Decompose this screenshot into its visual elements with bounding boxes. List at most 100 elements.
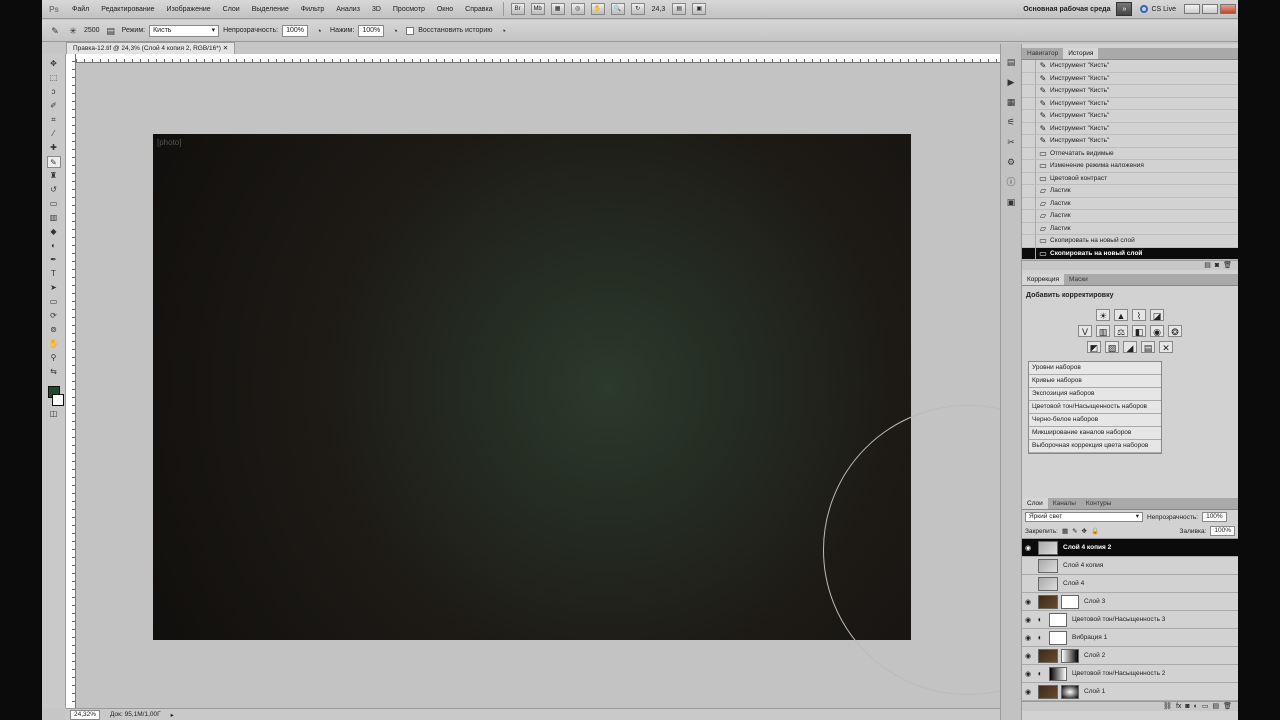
history-item-selected[interactable]: ▭ Скопировать на новый слой (1022, 247, 1238, 260)
layer-row[interactable]: ◉ ◐ Цветовой тон/Насыщенность 2 (1022, 665, 1238, 683)
actions-icon[interactable]: ▶ (1004, 76, 1018, 88)
preset-item[interactable]: Кривые наборов (1029, 375, 1161, 388)
tab-channels[interactable]: Каналы (1048, 498, 1081, 509)
brush-panel-toggle-icon[interactable]: ▤ (104, 24, 118, 38)
launch-minibridge-button[interactable]: Mb (530, 3, 545, 15)
spot-heal-tool-icon[interactable]: ✚ (47, 142, 61, 154)
selective-color-icon[interactable]: ✕ (1159, 341, 1173, 353)
status-arrow-icon[interactable]: ▸ (171, 711, 174, 719)
mini-bridge-icon[interactable]: ▤ (1004, 56, 1018, 68)
marquee-tool-icon[interactable]: ⬚ (47, 72, 61, 84)
menu-select[interactable]: Выделение (246, 6, 295, 13)
info-icon[interactable]: ⓘ (1004, 176, 1018, 188)
lasso-tool-icon[interactable]: ↄ (47, 86, 61, 98)
hand-tool-button[interactable]: ✋ (590, 3, 605, 15)
delete-layer-icon[interactable]: 🗑 (1223, 702, 1232, 711)
brightness-contrast-icon[interactable]: ☀ (1096, 309, 1110, 321)
mode-select[interactable]: Кисть ▾ (149, 24, 220, 37)
eye-icon[interactable]: ◉ (1022, 598, 1034, 606)
preset-item[interactable]: Уровни наборов (1029, 362, 1161, 375)
tab-layers[interactable]: Слои (1022, 498, 1048, 509)
history-item[interactable]: ▭ Цветовой контраст (1022, 172, 1238, 185)
history-item[interactable]: ▭ Скопировать на новый слой (1022, 234, 1238, 248)
document-image[interactable]: [photo] (153, 134, 911, 640)
cs-live-button[interactable]: CS Live (1132, 5, 1184, 13)
black-white-icon[interactable]: ◧ (1132, 325, 1146, 337)
layer-row[interactable]: ◉ Слой 1 (1022, 683, 1238, 701)
history-item[interactable]: ✎ Инструмент "Кисть" (1022, 84, 1238, 98)
minimize-button[interactable] (1184, 4, 1200, 14)
screen-mode-button[interactable]: ▣ (692, 3, 707, 15)
pen-tool-icon[interactable]: ✒ (47, 254, 61, 266)
zoom-level-button[interactable]: ◎ (570, 3, 585, 15)
eye-icon[interactable]: ◉ (1022, 544, 1034, 552)
menu-filter[interactable]: Фильтр (295, 6, 331, 13)
brush-size-label[interactable]: 2500 (84, 27, 100, 34)
menu-analysis[interactable]: Анализ (330, 6, 366, 13)
add-mask-icon[interactable]: ◙ (1185, 702, 1189, 711)
layer-row[interactable]: ◉ Слой 2 (1022, 647, 1238, 665)
menu-file[interactable]: Файл (66, 6, 95, 13)
history-item[interactable]: ✎ Инструмент "Кисть" (1022, 97, 1238, 110)
history-source-box[interactable] (1022, 59, 1036, 72)
tab-masks[interactable]: Маски (1064, 274, 1093, 285)
pressure-opacity-icon[interactable]: ◔ (312, 24, 326, 38)
preset-item[interactable]: Экспозиция наборов (1029, 388, 1161, 401)
curves-icon[interactable]: ⌇ (1132, 309, 1146, 321)
history-item[interactable]: ▱ Ластик (1022, 184, 1238, 198)
3d-rotate-tool-icon[interactable]: ⟳ (47, 310, 61, 322)
tab-paths[interactable]: Контуры (1081, 498, 1117, 509)
pressure-field[interactable]: 100% (358, 24, 385, 37)
blur-tool-icon[interactable]: ◆ (47, 226, 61, 238)
menu-help[interactable]: Справка (459, 6, 498, 13)
vertical-ruler[interactable] (66, 54, 76, 708)
preset-item[interactable]: Выборочная коррекция цвета наборов (1029, 440, 1161, 453)
hand-tool-icon[interactable]: ✋ (47, 338, 61, 350)
menu-edit[interactable]: Редактирование (95, 6, 160, 13)
airbrush-icon[interactable]: ◔ (388, 24, 402, 38)
zoom-level-field[interactable]: 24,3 (648, 6, 670, 13)
menu-3d[interactable]: 3D (366, 6, 387, 13)
quick-select-tool-icon[interactable]: ✐ (47, 100, 61, 112)
crop-tool-icon[interactable]: ⌗ (47, 114, 61, 126)
history-source-box[interactable] (1022, 184, 1036, 197)
lock-all-icon[interactable]: 🔒 (1091, 527, 1099, 535)
layer-row[interactable]: ◉ ◐ Цветовой тон/Насыщенность 3 (1022, 611, 1238, 629)
close-tab-icon[interactable]: ✕ (223, 45, 228, 52)
layer-row[interactable]: ◉ ◐ Вибрация 1 (1022, 629, 1238, 647)
zoom-field[interactable]: 24,32% (70, 709, 101, 720)
quick-mask-icon[interactable]: ◫ (47, 408, 61, 420)
move-tool-icon[interactable]: ✥ (47, 58, 61, 70)
restore-history-checkbox[interactable] (406, 26, 415, 35)
brush-tool-icon[interactable]: ✎ (48, 24, 62, 38)
new-group-icon[interactable]: ▭ (1202, 702, 1209, 711)
opacity-field[interactable]: 100% (282, 24, 309, 37)
tablet-pressure-icon[interactable]: ◔ (497, 24, 511, 38)
levels-icon[interactable]: ▲ (1114, 309, 1128, 321)
launch-bridge-button[interactable]: Br (510, 3, 525, 15)
workspace-label[interactable]: Основная рабочая среда (1017, 6, 1116, 13)
threshold-icon[interactable]: ◢ (1123, 341, 1137, 353)
layer-row-selected[interactable]: ◉ Слой 4 копия 2 (1022, 539, 1238, 557)
path-select-tool-icon[interactable]: ➤ (47, 282, 61, 294)
gradient-tool-icon[interactable]: ▥ (47, 212, 61, 224)
channel-mixer-icon[interactable]: ❂ (1168, 325, 1182, 337)
lock-transparency-icon[interactable]: ▦ (1062, 527, 1068, 535)
zoom-tool-icon[interactable]: ⚲ (47, 352, 61, 364)
history-source-box[interactable] (1022, 247, 1036, 260)
document-info[interactable]: Док: 95,1M/1,00Г (110, 711, 161, 718)
rotate-view-button[interactable]: ↻ (630, 3, 645, 15)
exposure-icon[interactable]: ◪ (1150, 309, 1164, 321)
photo-filter-icon[interactable]: ◉ (1150, 325, 1164, 337)
shape-tool-icon[interactable]: ▭ (47, 296, 61, 308)
view-extras-button[interactable]: ▦ (550, 3, 565, 15)
menu-view[interactable]: Просмотр (387, 6, 431, 13)
lock-position-icon[interactable]: ✥ (1082, 527, 1087, 535)
swap-colors-icon[interactable]: ⇆ (47, 366, 61, 378)
menu-layers[interactable]: Слои (217, 6, 246, 13)
clone-source-icon[interactable]: ⚙ (1004, 156, 1018, 168)
vibrance-icon[interactable]: V (1078, 325, 1092, 337)
zoom-tool-button[interactable]: 🔍 (610, 3, 625, 15)
background-color-swatch[interactable] (51, 394, 64, 406)
history-brush-tool-icon[interactable]: ↺ (47, 184, 61, 196)
